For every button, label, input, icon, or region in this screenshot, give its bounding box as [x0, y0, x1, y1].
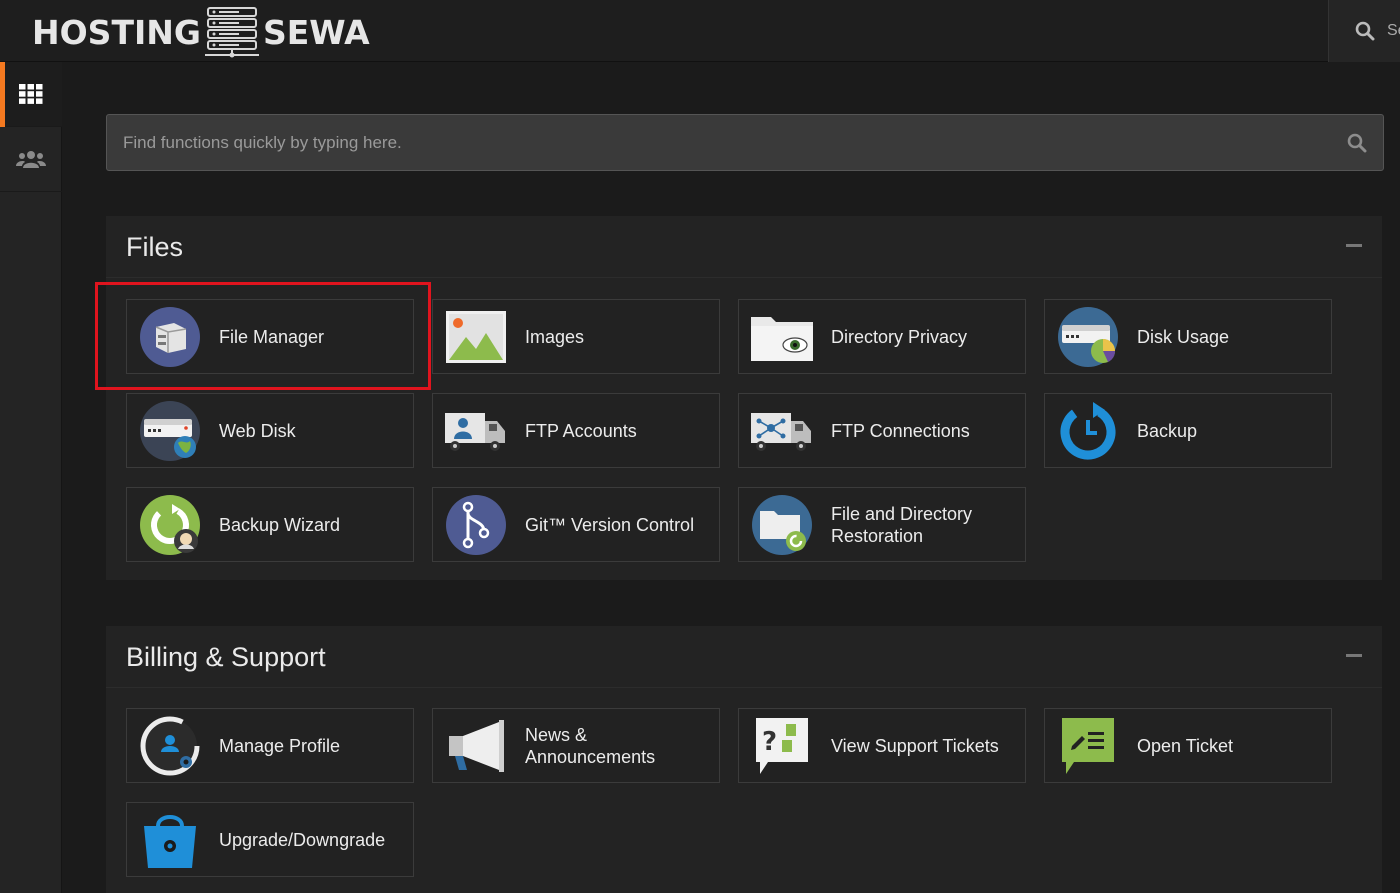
tile-label: File and Directory Restoration [831, 503, 973, 546]
brand-right: SEWA [262, 12, 370, 52]
tile-manage-profile[interactable]: Manage Profile [126, 708, 414, 783]
svg-text:?: ? [762, 727, 777, 757]
git-icon [445, 494, 507, 556]
backup-icon [1057, 400, 1119, 462]
files-panel: Files File Manager Images Directory Priv… [106, 216, 1382, 580]
billing-support-panel: Billing & Support Manage Profile News & … [106, 626, 1382, 893]
web-disk-icon [139, 400, 201, 462]
collapse-icon[interactable] [1346, 244, 1362, 247]
tile-backup[interactable]: Backup [1044, 393, 1332, 468]
tile-file-manager[interactable]: File Manager [126, 299, 414, 374]
files-panel-header[interactable]: Files [106, 216, 1382, 278]
tile-label: Git™ Version Control [525, 514, 695, 535]
tile-label: Disk Usage [1137, 326, 1230, 347]
images-icon [445, 306, 507, 368]
left-nav [0, 62, 62, 893]
grid-icon [19, 84, 43, 104]
collapse-icon[interactable] [1346, 654, 1362, 657]
brand-logo[interactable]: HOSTING SEWA [32, 6, 370, 58]
tile-label: View Support Tickets [831, 735, 999, 756]
tile-label: Images [525, 326, 585, 347]
tile-git-version-control[interactable]: Git™ Version Control [432, 487, 720, 562]
tile-label: Backup [1137, 420, 1198, 441]
tile-backup-wizard[interactable]: Backup Wizard [126, 487, 414, 562]
ftp-connections-icon [751, 400, 813, 462]
file-manager-icon [139, 306, 201, 368]
top-bar: HOSTING SEWA Se [0, 0, 1400, 62]
tile-news-announcements[interactable]: News & Announcements [432, 708, 720, 783]
brand-left: HOSTING [32, 12, 201, 52]
tile-open-ticket[interactable]: Open Ticket [1044, 708, 1332, 783]
support-tickets-icon: ? [751, 715, 813, 777]
tile-label: News & Announcements [525, 724, 656, 767]
manage-profile-icon [139, 715, 201, 777]
nav-item-tools[interactable] [0, 62, 62, 127]
tile-view-support-tickets[interactable]: ? View Support Tickets [738, 708, 1026, 783]
search-icon[interactable] [1347, 133, 1367, 153]
server-rack-icon [204, 7, 259, 58]
tile-directory-privacy[interactable]: Directory Privacy [738, 299, 1026, 374]
tile-disk-usage[interactable]: Disk Usage [1044, 299, 1332, 374]
function-search[interactable] [106, 114, 1384, 171]
billing-panel-header[interactable]: Billing & Support [106, 626, 1382, 688]
tile-upgrade-downgrade[interactable]: Upgrade/Downgrade [126, 802, 414, 877]
panel-title: Files [126, 232, 184, 262]
function-search-input[interactable] [107, 115, 1337, 170]
top-search-button[interactable]: Se [1328, 0, 1400, 62]
main-content: Files File Manager Images [62, 62, 1400, 893]
search-icon [1355, 21, 1375, 41]
tile-label: Backup Wizard [219, 514, 341, 535]
tile-label: File Manager [219, 326, 325, 347]
users-icon [16, 151, 46, 168]
open-ticket-icon [1057, 715, 1119, 777]
tile-ftp-accounts[interactable]: FTP Accounts [432, 393, 720, 468]
tile-ftp-connections[interactable]: FTP Connections [738, 393, 1026, 468]
panel-title: Billing & Support [126, 642, 326, 672]
tile-label: Directory Privacy [831, 326, 968, 347]
tile-label: Upgrade/Downgrade [219, 829, 386, 850]
nav-item-users[interactable] [0, 127, 62, 192]
tile-label: Web Disk [219, 420, 296, 441]
tile-label: Manage Profile [219, 735, 341, 756]
disk-usage-icon [1057, 306, 1119, 368]
tile-images[interactable]: Images [432, 299, 720, 374]
tile-label: Open Ticket [1137, 735, 1234, 756]
backup-wizard-icon [139, 494, 201, 556]
megaphone-icon [445, 715, 507, 777]
tile-label: FTP Connections [831, 420, 970, 441]
tile-label: FTP Accounts [525, 420, 637, 441]
directory-privacy-icon [751, 306, 813, 368]
tile-file-directory-restoration[interactable]: File and Directory Restoration [738, 487, 1026, 562]
ftp-accounts-icon [445, 400, 507, 462]
restoration-icon [751, 494, 813, 556]
tile-web-disk[interactable]: Web Disk [126, 393, 414, 468]
shopping-bag-icon [139, 809, 201, 871]
top-search-label: Se [1387, 22, 1400, 39]
